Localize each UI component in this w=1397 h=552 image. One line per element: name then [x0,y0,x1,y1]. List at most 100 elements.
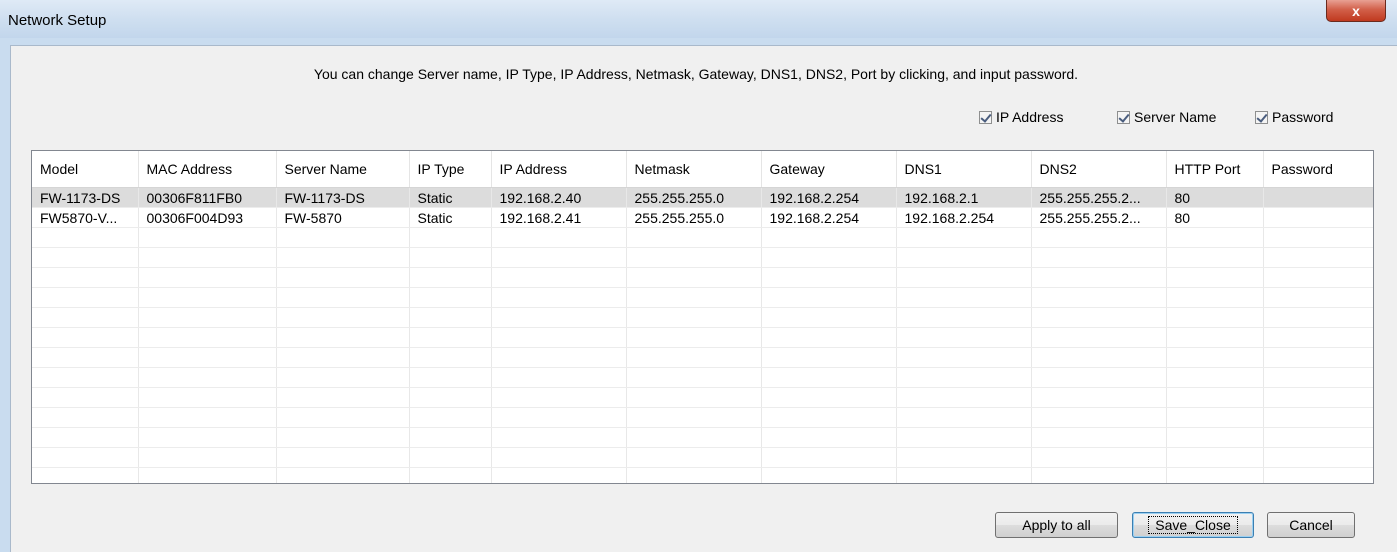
apply-to-all-button[interactable]: Apply to all [995,512,1118,538]
column-header-mac[interactable]: MAC Address [138,151,277,188]
empty-cell [409,307,492,328]
empty-cell [1031,227,1167,248]
empty-cell [138,307,277,328]
column-header-ip-address[interactable]: IP Address [491,151,627,188]
column-header-http-port[interactable]: HTTP Port [1166,151,1264,188]
cell-dns1[interactable]: 192.168.2.1 [896,187,1032,208]
empty-cell [896,467,1032,483]
empty-cell [409,447,492,468]
cell-server-name[interactable]: FW-1173-DS [276,187,410,208]
cell-mac[interactable]: 00306F004D93 [138,207,277,228]
cell-netmask[interactable]: 255.255.255.0 [626,187,762,208]
empty-cell [491,387,627,408]
cell-password[interactable] [1263,187,1373,208]
empty-cell [626,387,762,408]
cell-ip-type[interactable]: Static [409,187,492,208]
empty-cell [409,427,492,448]
table-row[interactable]: FW5870-V... 00306F004D93 FW-5870 Static … [32,207,1373,228]
empty-cell [626,407,762,428]
empty-cell [896,227,1032,248]
empty-cell [32,287,139,308]
empty-cell [1166,327,1264,348]
empty-row [32,427,1373,448]
checkbox-checked-icon [1117,110,1130,124]
empty-cell [409,327,492,348]
empty-cell [1263,407,1373,428]
cell-netmask[interactable]: 255.255.255.0 [626,207,762,228]
column-header-server-name[interactable]: Server Name [276,151,410,188]
dialog-buttons: Apply to all Save_Close Cancel [11,512,1397,542]
empty-cell [626,447,762,468]
empty-cell [626,247,762,268]
empty-cell [761,367,897,388]
server-table: Model MAC Address Server Name IP Type IP… [32,151,1373,483]
column-header-model[interactable]: Model [32,151,139,188]
empty-cell [626,367,762,388]
cell-password[interactable] [1263,207,1373,228]
empty-cell [1166,227,1264,248]
password-checkbox[interactable]: Password [1255,109,1333,125]
column-header-password[interactable]: Password [1263,151,1373,188]
empty-cell [276,347,410,368]
empty-cell [1263,327,1373,348]
empty-cell [1263,387,1373,408]
empty-cell [32,247,139,268]
cell-dns2[interactable]: 255.255.255.2... [1031,207,1167,228]
column-header-ip-type[interactable]: IP Type [409,151,492,188]
save-close-button[interactable]: Save_Close [1132,512,1254,538]
empty-cell [1031,327,1167,348]
empty-cell [32,227,139,248]
table-row[interactable]: FW-1173-DS 00306F811FB0 FW-1173-DS Stati… [32,187,1373,208]
empty-cell [1263,427,1373,448]
checkbox-checked-icon [1255,110,1268,124]
cell-gateway[interactable]: 192.168.2.254 [761,207,897,228]
empty-cell [626,347,762,368]
empty-cell [1263,227,1373,248]
cell-model[interactable]: FW5870-V... [32,207,139,228]
empty-row [32,247,1373,268]
empty-cell [491,247,627,268]
empty-cell [626,327,762,348]
cell-ip-address[interactable]: 192.168.2.40 [491,187,627,208]
cell-http-port[interactable]: 80 [1166,187,1264,208]
cancel-label: Cancel [1289,517,1333,533]
empty-row [32,347,1373,368]
empty-row [32,407,1373,428]
empty-cell [138,367,277,388]
empty-cell [491,287,627,308]
empty-cell [138,227,277,248]
apply-to-all-label: Apply to all [1022,517,1091,533]
empty-cell [1031,247,1167,268]
close-button[interactable]: x [1326,0,1386,22]
empty-cell [1166,347,1264,368]
cell-dns1[interactable]: 192.168.2.254 [896,207,1032,228]
column-header-dns1[interactable]: DNS1 [896,151,1032,188]
empty-cell [491,327,627,348]
empty-cell [1166,267,1264,288]
empty-cell [1031,267,1167,288]
cell-ip-address[interactable]: 192.168.2.41 [491,207,627,228]
cell-server-name[interactable]: FW-5870 [276,207,410,228]
cell-gateway[interactable]: 192.168.2.254 [761,187,897,208]
cell-ip-type[interactable]: Static [409,207,492,228]
server-name-checkbox[interactable]: Server Name [1117,109,1216,125]
column-header-gateway[interactable]: Gateway [761,151,897,188]
cell-http-port[interactable]: 80 [1166,207,1264,228]
checkbox-checked-icon [979,110,992,124]
cell-model[interactable]: FW-1173-DS [32,187,139,208]
cancel-button[interactable]: Cancel [1267,512,1355,538]
column-header-dns2[interactable]: DNS2 [1031,151,1167,188]
empty-cell [32,387,139,408]
server-list[interactable]: Model MAC Address Server Name IP Type IP… [31,150,1374,484]
empty-cell [1166,247,1264,268]
table-header: Model MAC Address Server Name IP Type IP… [32,151,1373,188]
empty-cell [1263,267,1373,288]
cell-mac[interactable]: 00306F811FB0 [138,187,277,208]
empty-cell [409,267,492,288]
ip-address-checkbox[interactable]: IP Address [979,109,1063,125]
empty-cell [276,307,410,328]
cell-dns2[interactable]: 255.255.255.2... [1031,187,1167,208]
empty-cell [409,387,492,408]
empty-cell [896,367,1032,388]
column-header-netmask[interactable]: Netmask [626,151,762,188]
